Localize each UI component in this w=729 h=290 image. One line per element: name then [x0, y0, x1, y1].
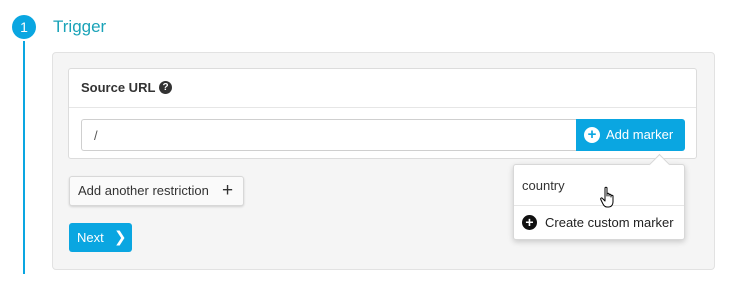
- step-number-badge: 1: [12, 15, 36, 39]
- chevron-right-icon: ❯: [114, 229, 127, 246]
- source-url-label: Source URL: [81, 80, 156, 95]
- create-custom-marker-label: Create custom marker: [545, 215, 674, 230]
- add-marker-label: Add marker: [606, 127, 674, 142]
- add-restriction-label: Add another restriction: [78, 183, 209, 198]
- hand-pointer-cursor-icon: [600, 186, 614, 208]
- source-url-input[interactable]: [81, 119, 576, 151]
- source-url-card-header: Source URL ?: [69, 69, 696, 108]
- step-title: Trigger: [53, 17, 107, 36]
- plus-circle-icon: +: [522, 215, 537, 230]
- next-button[interactable]: Next ❯: [69, 223, 132, 252]
- step-connector-line: [23, 41, 25, 274]
- add-marker-button[interactable]: + Add marker: [576, 119, 685, 151]
- source-url-card: Source URL ? + Add marker: [68, 68, 697, 159]
- plus-icon: +: [222, 180, 234, 201]
- next-label: Next: [77, 230, 104, 245]
- plus-circle-icon: +: [584, 127, 600, 143]
- question-circle-icon[interactable]: ?: [159, 81, 172, 94]
- create-custom-marker-option[interactable]: + Create custom marker: [514, 207, 684, 238]
- add-restriction-button[interactable]: Add another restriction +: [69, 176, 244, 206]
